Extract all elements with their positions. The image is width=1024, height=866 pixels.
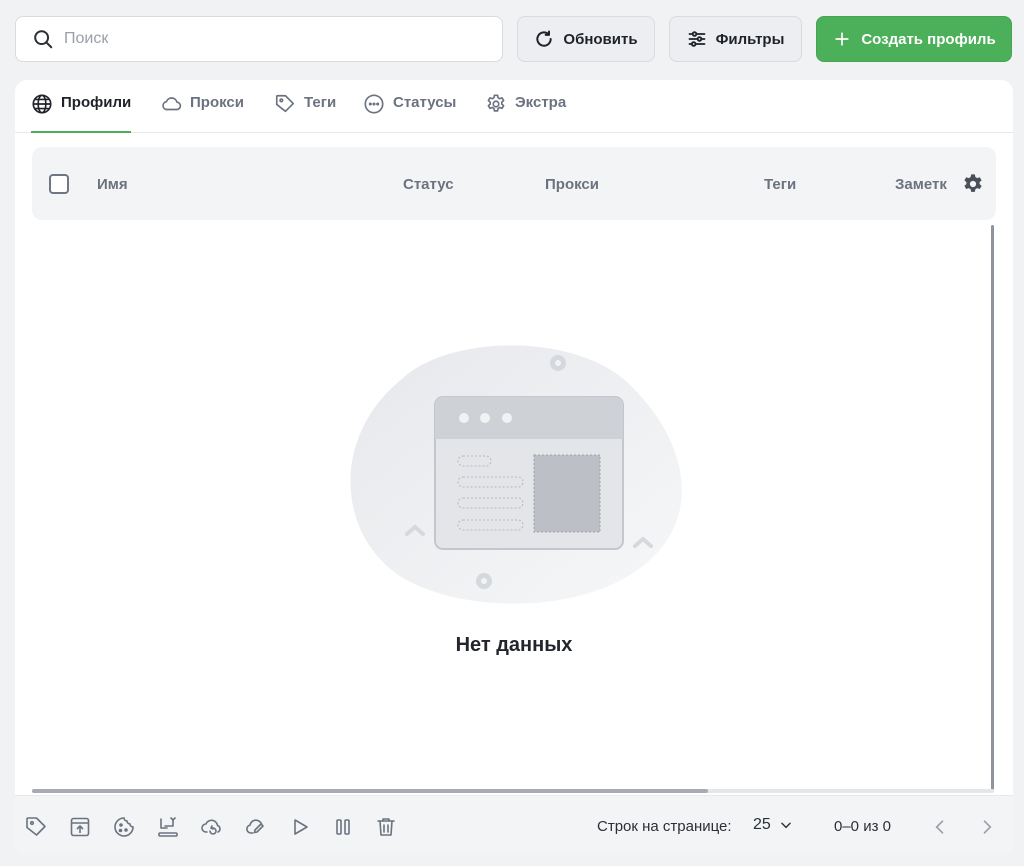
tag-icon xyxy=(275,94,295,113)
empty-state-illustration xyxy=(350,345,682,604)
select-all-checkbox[interactable] xyxy=(49,174,69,194)
cloud-edit-icon xyxy=(246,819,264,834)
tab-statuses[interactable]: Статусы xyxy=(363,94,456,133)
cloud-edit-action[interactable] xyxy=(244,815,268,839)
start-action[interactable] xyxy=(288,815,312,839)
table-header: Имя Статус Прокси Теги Заметк xyxy=(32,147,996,220)
pause-icon xyxy=(336,819,350,835)
profiles-panel: Профили Прокси Теги Статусы Экстра Имя С… xyxy=(15,80,1013,855)
next-page-button[interactable] xyxy=(977,817,997,837)
refresh-label: Обновить xyxy=(563,30,638,48)
pause-action[interactable] xyxy=(331,815,355,839)
column-status[interactable]: Статус xyxy=(403,176,454,193)
rows-per-page-select[interactable]: 25 xyxy=(753,816,793,834)
table-footer: Строк на странице: 25 0–0 из 0 xyxy=(15,795,1013,855)
cloud-icon xyxy=(162,97,182,111)
play-icon xyxy=(294,819,308,835)
cookie-icon xyxy=(114,817,134,837)
transfer-action[interactable] xyxy=(156,815,180,839)
prev-page-button[interactable] xyxy=(930,817,950,837)
vertical-scrollbar[interactable] xyxy=(991,225,994,790)
tab-bar: Профили Прокси Теги Статусы Экстра xyxy=(15,80,1013,133)
top-toolbar: Обновить Фильтры Создать профиль xyxy=(0,0,1024,78)
assign-tag-action[interactable] xyxy=(24,815,48,839)
plus-icon xyxy=(835,32,849,46)
refresh-button[interactable]: Обновить xyxy=(517,16,655,62)
cloud-sync-icon xyxy=(201,819,221,835)
filters-icon xyxy=(688,31,706,47)
tab-tags-label: Теги xyxy=(304,94,337,111)
chevron-right-icon xyxy=(983,820,992,834)
column-notes[interactable]: Заметк xyxy=(895,176,947,193)
tag-icon xyxy=(26,817,46,836)
gear-icon xyxy=(487,94,505,112)
delete-action[interactable] xyxy=(374,815,398,839)
search-icon xyxy=(34,30,53,49)
transfer-icon xyxy=(158,817,178,837)
export-action[interactable] xyxy=(68,815,92,839)
rows-per-page-label: Строк на странице: xyxy=(597,818,732,835)
rows-per-page-value: 25 xyxy=(753,816,771,833)
column-settings-gear-icon[interactable] xyxy=(962,173,984,195)
tab-proxies-label: Прокси xyxy=(190,94,244,111)
tab-tags[interactable]: Теги xyxy=(274,94,336,133)
empty-state-text: Нет данных xyxy=(455,634,573,656)
search-input[interactable] xyxy=(64,30,464,48)
tab-proxies[interactable]: Прокси xyxy=(160,94,244,133)
globe-icon xyxy=(32,94,52,114)
tab-statuses-label: Статусы xyxy=(393,94,457,111)
create-profile-button[interactable]: Создать профиль xyxy=(816,16,1012,62)
filters-label: Фильтры xyxy=(715,30,785,48)
tab-extra[interactable]: Экстра xyxy=(485,94,566,133)
filters-button[interactable]: Фильтры xyxy=(669,16,802,62)
column-name[interactable]: Имя xyxy=(97,176,128,193)
cloud-sync-action[interactable] xyxy=(200,815,224,839)
status-dots-icon xyxy=(364,94,384,114)
column-tags[interactable]: Теги xyxy=(764,176,796,193)
refresh-icon xyxy=(536,30,553,47)
cookies-action[interactable] xyxy=(112,815,136,839)
chevron-down-icon xyxy=(781,822,791,829)
tab-extra-label: Экстра xyxy=(515,94,567,111)
tab-profiles-label: Профили xyxy=(61,94,132,111)
column-proxy[interactable]: Прокси xyxy=(545,176,599,193)
search-field[interactable] xyxy=(15,16,503,62)
upload-icon xyxy=(70,817,90,837)
trash-icon xyxy=(377,818,395,836)
horizontal-scrollbar[interactable] xyxy=(32,789,708,793)
create-profile-label: Создать профиль xyxy=(861,30,996,48)
tab-profiles[interactable]: Профили xyxy=(31,94,132,133)
chevron-left-icon xyxy=(935,820,944,834)
pagination-range: 0–0 из 0 xyxy=(834,818,891,835)
